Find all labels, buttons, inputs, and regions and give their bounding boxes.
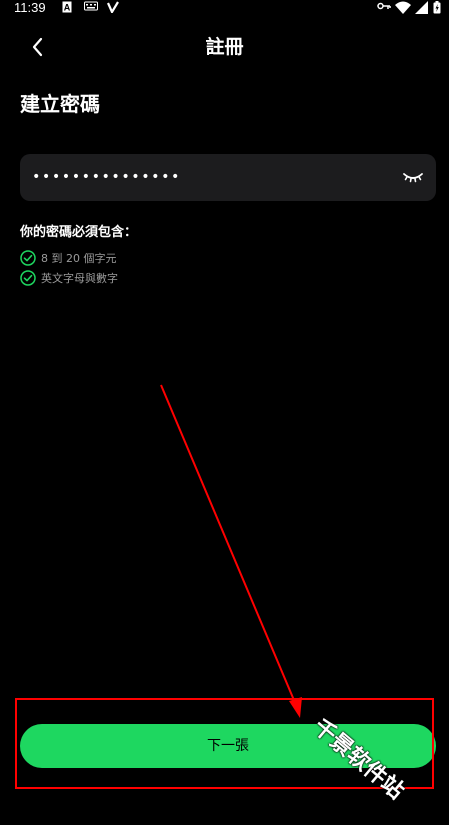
requirement-label: 8 到 20 個字元 <box>41 252 117 265</box>
password-input-value[interactable]: ••••••••••••••• <box>32 154 181 201</box>
check-circle-icon <box>20 250 36 266</box>
annotation-arrow <box>160 384 302 718</box>
notification-a-icon: A <box>62 1 72 13</box>
check-circle-icon <box>20 270 36 286</box>
key-icon <box>377 2 391 10</box>
page-title: 建立密碼 <box>20 92 100 116</box>
wifi-icon <box>395 1 411 14</box>
status-bar: 11:39 A <box>0 0 449 16</box>
svg-text:A: A <box>64 3 71 13</box>
signal-icon <box>415 1 428 14</box>
password-visibility-toggle[interactable] <box>402 168 424 186</box>
vpn-v-icon <box>107 1 119 13</box>
keyboard-icon <box>84 1 98 11</box>
requirement-length: 8 到 20 個字元 <box>20 250 117 266</box>
next-button[interactable]: 下一張 <box>20 724 436 768</box>
password-field[interactable]: ••••••••••••••• <box>20 154 436 201</box>
eye-closed-icon <box>403 173 423 183</box>
requirements-heading: 你的密碼必須包含： <box>20 225 138 240</box>
requirement-label: 英文字母與數字 <box>41 272 118 285</box>
header-title: 註冊 <box>205 36 244 58</box>
status-time: 11:39 <box>14 0 46 15</box>
battery-icon <box>433 1 441 14</box>
requirement-alphanumeric: 英文字母與數字 <box>20 270 118 286</box>
